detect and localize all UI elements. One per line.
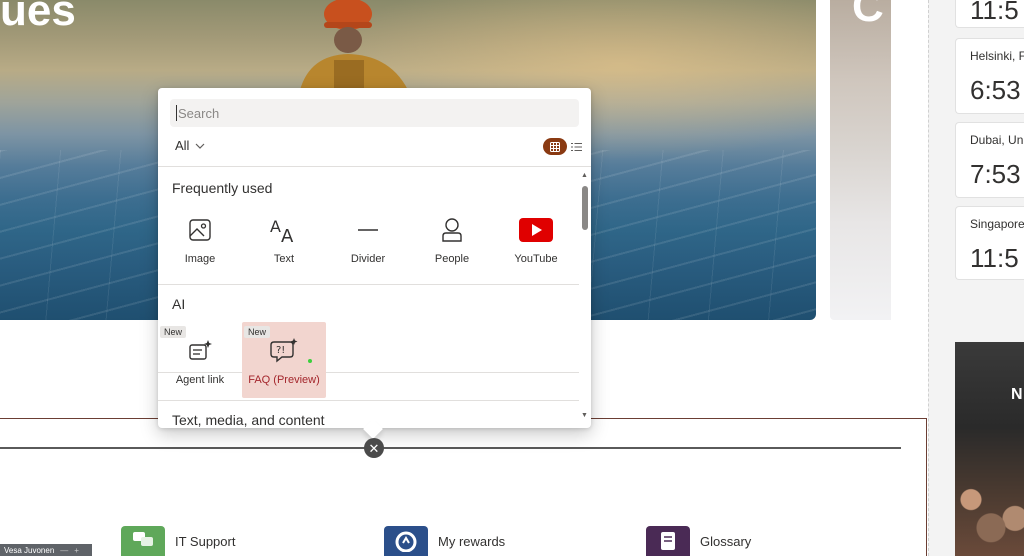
section-separator — [158, 400, 579, 401]
toolbox-item-agent-link[interactable]: New Agent link — [158, 322, 242, 398]
minimize-icon[interactable]: — — [60, 546, 68, 555]
clock-card: Singapore 11:5 — [955, 206, 1024, 280]
section-title-text-media-content: Text, media, and content — [172, 412, 325, 428]
clock-time: 6:53 — [970, 75, 1021, 105]
toolbox-item-label: Image — [184, 253, 216, 265]
faq-icon: ?! — [242, 336, 326, 366]
filter-dropdown[interactable]: All — [175, 138, 205, 153]
world-clock-column: 11:5 Helsinki, F 6:53 Dubai, Un 7:53 Sin… — [928, 0, 1024, 556]
hero-title: ues — [0, 0, 76, 35]
quick-link-label: IT Support — [175, 533, 236, 549]
clock-card: Helsinki, F 6:53 — [955, 38, 1024, 114]
toolbox-item-label: Agent link — [175, 374, 225, 386]
toolbox-item-people[interactable]: People — [410, 201, 494, 277]
toolbox-item-youtube[interactable]: YouTube — [494, 201, 578, 277]
hero-side-title: C — [852, 0, 884, 31]
glossary-icon — [646, 526, 690, 556]
toolbox-item-label: FAQ (Preview) — [248, 374, 320, 386]
text-icon: AA — [242, 215, 326, 245]
web-part-toolbox: All Frequently used Image A — [158, 88, 591, 439]
search-input[interactable] — [178, 105, 568, 121]
quick-link-my-rewards[interactable]: My rewards — [384, 526, 505, 556]
image-icon — [158, 215, 242, 245]
quick-link-label: My rewards — [438, 533, 506, 549]
add-icon[interactable]: + — [74, 546, 79, 555]
clock-card: Dubai, Un 7:53 — [955, 122, 1024, 198]
user-presence-chip[interactable]: Vesa Juvonen — + — [0, 544, 92, 556]
divider-icon — [326, 215, 410, 245]
toolbox-item-text[interactable]: AA Text — [242, 201, 326, 277]
clock-city: Dubai, Un — [970, 133, 1024, 147]
clock-card: 11:5 — [955, 0, 1024, 28]
user-name: Vesa Juvonen — [4, 545, 55, 555]
text-cursor — [176, 105, 177, 121]
worker-figure — [300, 0, 408, 90]
grid-view-icon[interactable] — [543, 138, 567, 155]
scrollbar-thumb[interactable] — [582, 186, 588, 230]
scroll-up-icon[interactable]: ▲ — [581, 172, 588, 179]
news-tile-image — [955, 462, 1024, 556]
quick-link-label: Glossary — [700, 533, 752, 549]
news-tile-title: N — [1011, 386, 1023, 403]
people-icon — [410, 215, 494, 245]
toolbox-item-label: Text — [273, 253, 295, 265]
close-icon[interactable]: ✕ — [364, 438, 384, 458]
news-tile[interactable]: N — [955, 342, 1024, 556]
toolbox-item-faq-preview[interactable]: New ?! FAQ (Preview) — [242, 322, 326, 398]
section-title-ai: AI — [172, 296, 186, 312]
quick-link-it-support[interactable]: IT Support — [121, 526, 235, 556]
chat-icon — [121, 526, 165, 556]
clock-time: 11:5 — [970, 0, 1019, 25]
page: ues C 11:5 Helsinki, F 6:53 Dubai, Un 7:… — [0, 0, 1024, 556]
hero-side-image[interactable]: C — [830, 0, 891, 320]
toolbox-item-divider[interactable]: Divider — [326, 201, 410, 277]
youtube-icon — [494, 215, 578, 245]
svg-text:?!: ?! — [276, 345, 285, 356]
toolbox-item-image[interactable]: Image — [158, 201, 242, 277]
filter-label: All — [175, 138, 190, 153]
scroll-down-icon[interactable]: ▼ — [581, 412, 588, 419]
clock-time: 7:53 — [970, 159, 1021, 189]
toolbox-item-label: YouTube — [514, 253, 558, 265]
clock-city: Singapore — [970, 217, 1024, 231]
divider-web-part[interactable] — [0, 447, 901, 449]
toolbox-scrollbar[interactable]: ▲ ▼ — [580, 172, 590, 422]
section-separator — [158, 284, 579, 285]
rewards-icon — [384, 526, 428, 556]
section-title-frequently-used: Frequently used — [172, 180, 273, 196]
toolbox-item-label: Divider — [350, 253, 386, 265]
view-toggle — [543, 138, 582, 155]
list-view-icon[interactable] — [570, 141, 582, 153]
toolbox-search[interactable] — [170, 99, 579, 127]
chevron-down-icon — [196, 143, 205, 149]
clock-time: 11:5 — [970, 243, 1019, 273]
toolbox-item-label: People — [434, 253, 470, 265]
agent-link-icon — [158, 336, 242, 366]
clock-city: Helsinki, F — [970, 49, 1024, 63]
green-dot-indicator — [308, 359, 312, 363]
svg-text:A: A — [270, 217, 281, 236]
svg-text:A: A — [281, 226, 294, 243]
quick-link-glossary[interactable]: Glossary — [646, 526, 751, 556]
